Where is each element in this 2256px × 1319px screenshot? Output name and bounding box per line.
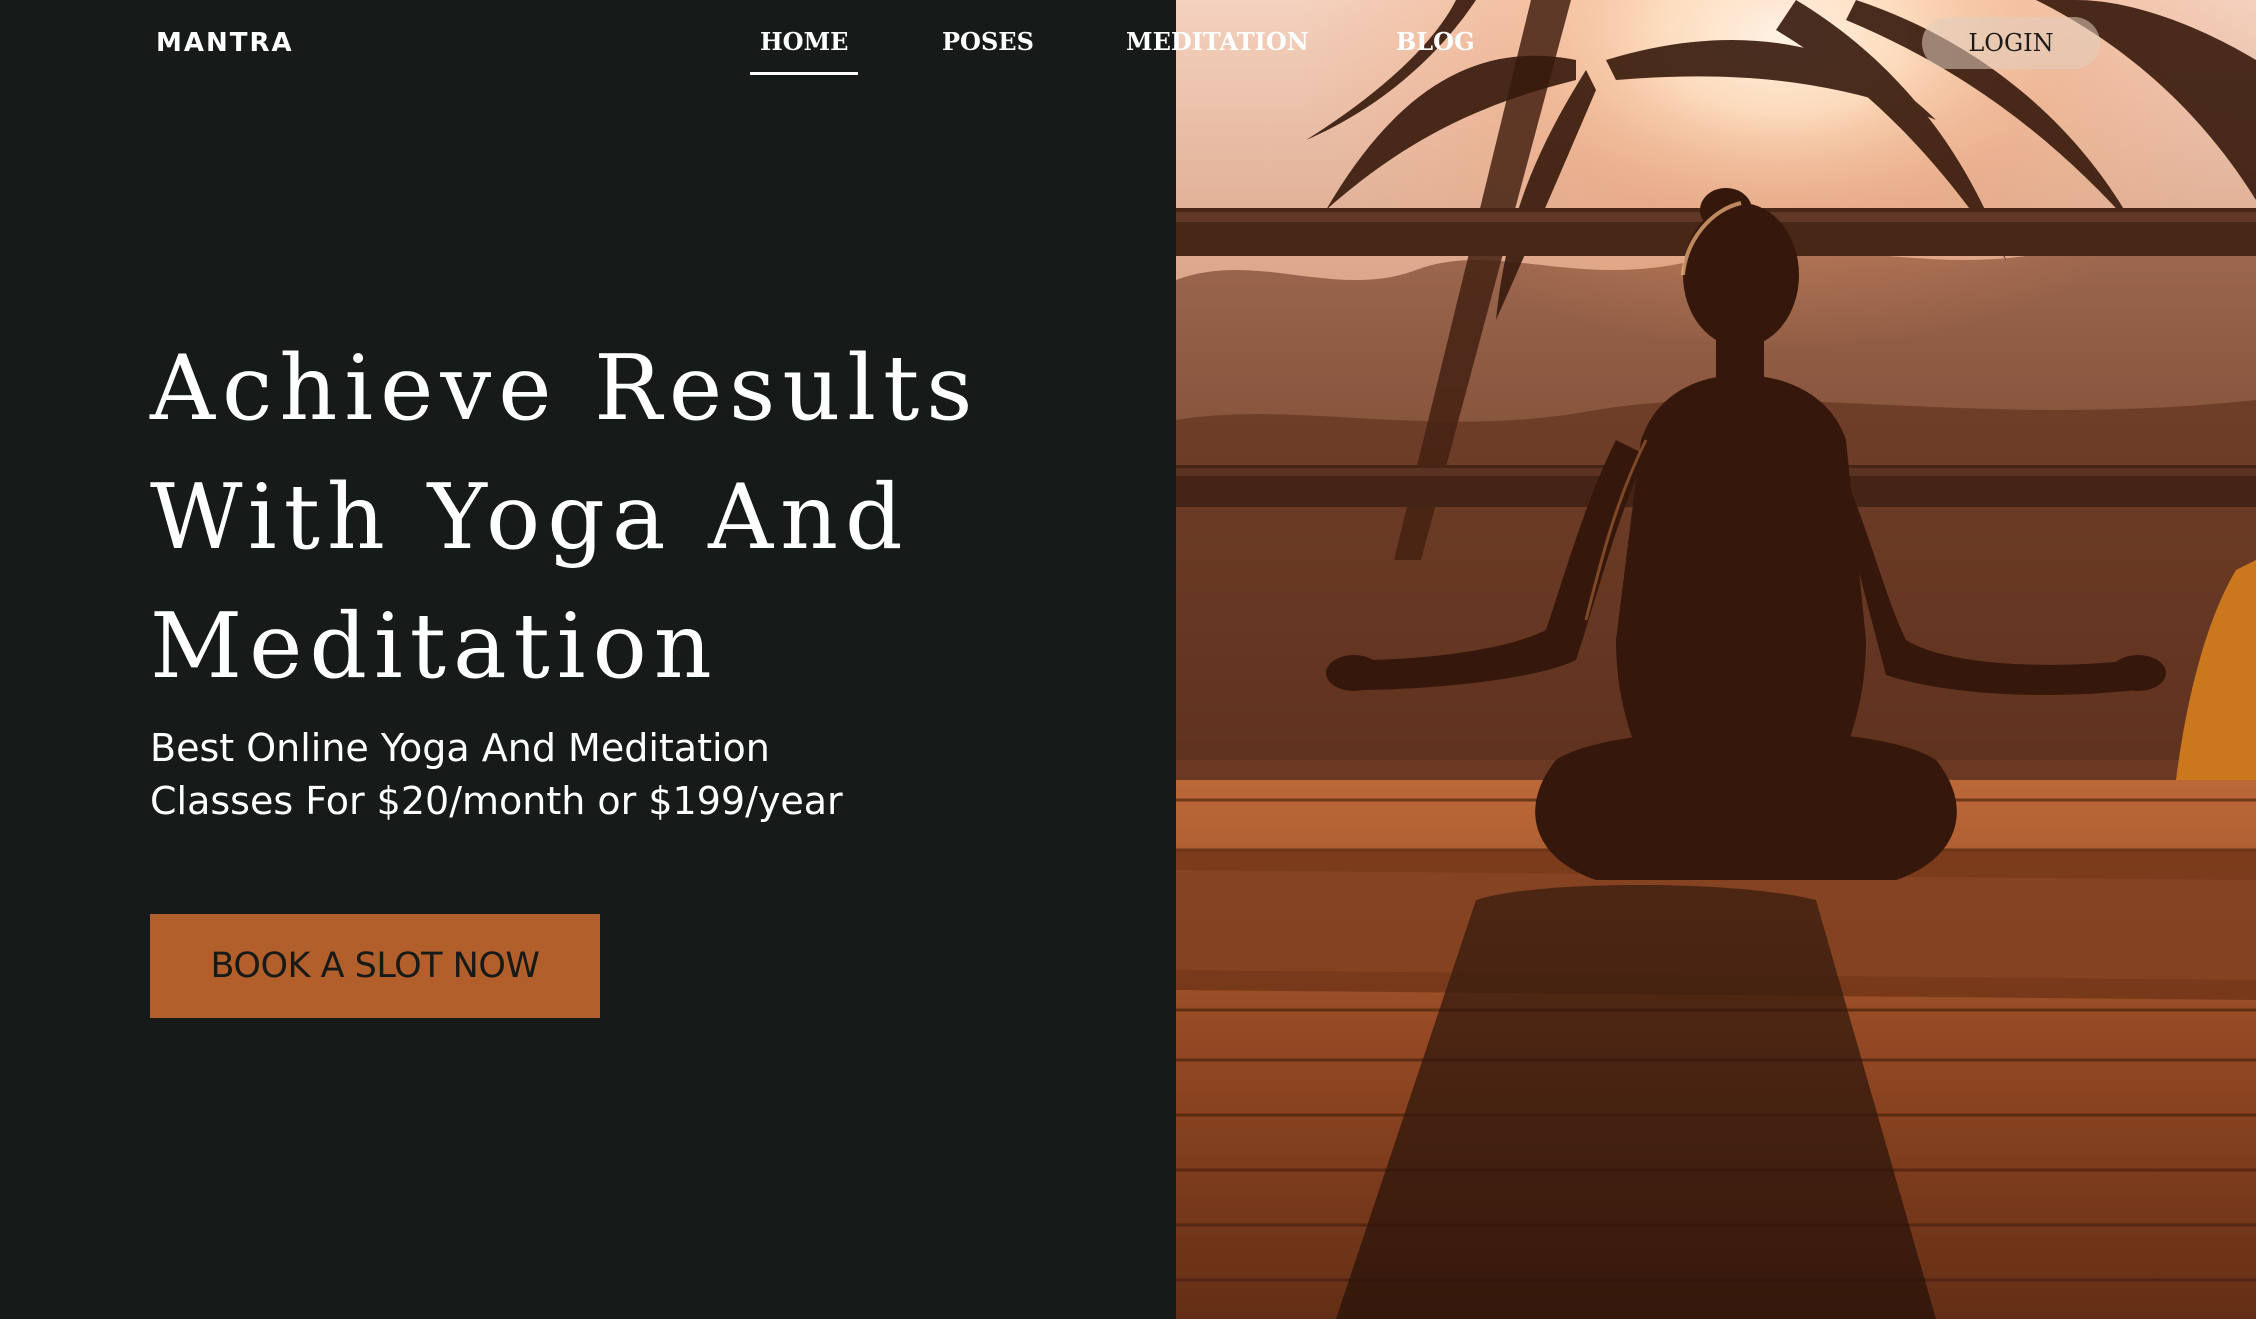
nav-item-poses[interactable]: POSES <box>942 22 1034 62</box>
hero-subtitle: Best Online Yoga And Meditation Classes … <box>150 726 843 823</box>
hero-image <box>1176 0 2256 1319</box>
book-slot-button[interactable]: BOOK A SLOT NOW <box>150 914 600 1018</box>
yoga-meditation-photo <box>1176 0 2256 1319</box>
nav-item-home[interactable]: HOME <box>749 22 859 75</box>
landing-page: MANTRA HOME POSES MEDITATION BLOG LOGIN … <box>0 0 2256 1319</box>
nav-item-blog[interactable]: BLOG <box>1396 22 1475 62</box>
login-button[interactable]: LOGIN <box>1922 17 2100 69</box>
hero-title: Achieve Results With Yoga And Meditation <box>150 336 980 699</box>
main-navigation: HOME POSES MEDITATION BLOG LOGIN <box>0 0 2256 80</box>
nav-item-meditation[interactable]: MEDITATION <box>1126 22 1309 62</box>
